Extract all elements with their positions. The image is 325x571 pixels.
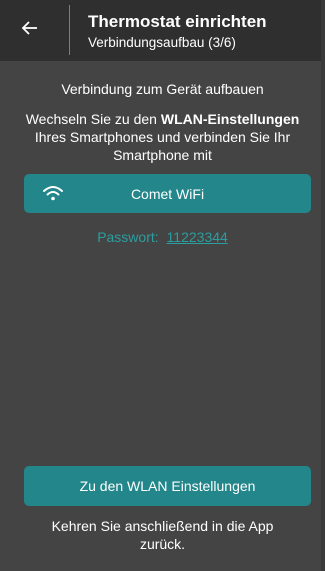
- instructions-bold: WLAN-Einstellungen: [160, 111, 300, 127]
- scrollbar-edge: [321, 0, 325, 571]
- password-value[interactable]: 11223344: [167, 229, 228, 245]
- app-bar-divider: [69, 5, 70, 55]
- password-label: Passwort:: [97, 229, 159, 245]
- wifi-network-card[interactable]: Comet WiFi: [24, 174, 311, 213]
- page-subtitle: Verbindungsaufbau (3/6): [88, 35, 236, 50]
- app-bar: Thermostat einrichten Verbindungsaufbau …: [0, 0, 325, 61]
- arrow-left-icon: [21, 19, 39, 42]
- wifi-icon: [42, 184, 64, 202]
- back-button[interactable]: [0, 0, 60, 61]
- wifi-network-name: Comet WiFi: [130, 185, 205, 202]
- instructions-prefix: Wechseln Sie zu den: [25, 111, 161, 127]
- intro-text: Verbindung zum Gerät aufbauen: [61, 81, 264, 97]
- instructions-text: Wechseln Sie zu den WLAN-Einstellungen I…: [16, 110, 309, 164]
- instructions-suffix: Ihres Smartphones und verbinden Sie Ihr …: [34, 129, 291, 163]
- main-content: Verbindung zum Gerät aufbauen Wechseln S…: [0, 61, 325, 571]
- page-title: Thermostat einrichten: [88, 12, 267, 31]
- wlan-settings-button[interactable]: Zu den WLAN Einstellungen: [24, 466, 311, 506]
- title-block: Thermostat einrichten Verbindungsaufbau …: [88, 12, 267, 52]
- password-line: Passwort: 11223344: [0, 229, 325, 245]
- footer-text: Kehren Sie anschließend in die App zurüc…: [51, 518, 274, 552]
